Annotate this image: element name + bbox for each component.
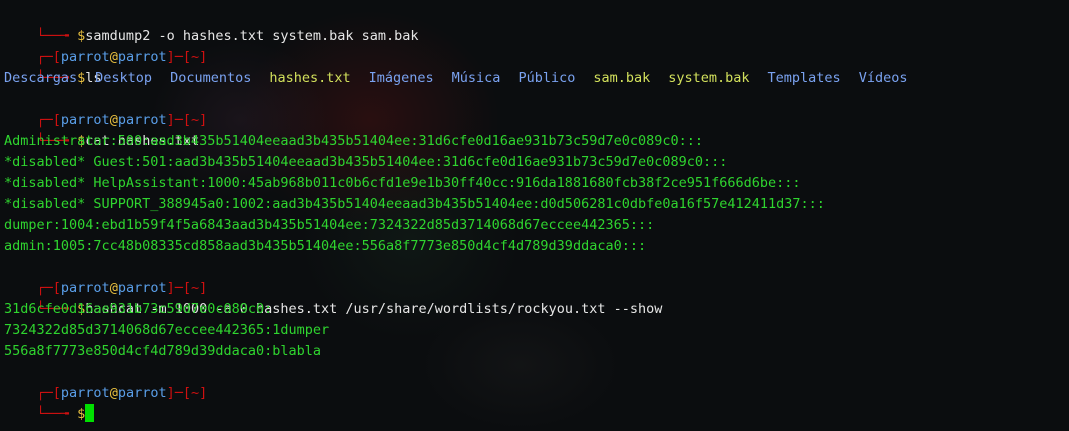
prompt-header: ┌─[parrot@parrot]─[~] xyxy=(36,280,208,296)
ls-directory-entry: Descargas xyxy=(4,70,78,86)
ls-directory-entry: Público xyxy=(518,70,576,86)
active-prompt-line[interactable]: └──╼ $ xyxy=(4,383,95,422)
hash-output-line: Administrator:500:aad3b435b51404eeaad3b4… xyxy=(4,133,703,149)
hash-output-line: *disabled* Guest:501:aad3b435b51404eeaad… xyxy=(4,154,728,170)
ls-output: Descargas Desktop Documentos hashes.txt Imág… xyxy=(4,68,925,89)
prompt-host: parrot xyxy=(117,385,167,401)
prompt-at: @ xyxy=(109,49,118,65)
hashcat-output-line: 556a8f7773e850d4cf4d789d39ddaca0:blabla xyxy=(4,343,321,359)
prompt-command-line: └──╼ $hashcat -m 1000 -a 0 hashes.txt /u… xyxy=(4,278,663,317)
prompt-command-line: └──╼ $ls xyxy=(4,47,102,86)
ls-directory-entry: Templates xyxy=(767,70,841,86)
ls-directory-entry: Vídeos xyxy=(858,70,908,86)
ls-file-entry: hashes.txt xyxy=(269,70,351,86)
hash-output-line: admin:1005:7cc48b08335cd858aad3b435b5140… xyxy=(4,238,647,254)
prompt-host: parrot xyxy=(117,49,167,65)
hashcat-output-line: 7324322d85d3714068d67eccee442365:1dumper xyxy=(4,322,330,338)
text-cursor[interactable] xyxy=(85,404,95,422)
prompt-header: ┌─[parrot@parrot]─[~] xyxy=(36,112,208,128)
ls-directory-entry: Imágenes xyxy=(368,70,434,86)
prompt-dollar: $ xyxy=(77,406,86,422)
prompt-path: ~ xyxy=(191,385,200,401)
ls-directory-entry: Desktop xyxy=(95,70,153,86)
hash-output-line: *disabled* SUPPORT_388945a0:1002:aad3b43… xyxy=(4,196,825,212)
prompt-header: ┌─[parrot@parrot]─[~] xyxy=(36,385,208,401)
hashcat-output-line: 31d6cfe0d16ae931b73c59d7e0c089c0: xyxy=(4,301,273,317)
hash-output-line: dumper:1004:ebd1b59f4f5a6843aad3b435b514… xyxy=(4,217,655,233)
ls-file-entry: system.bak xyxy=(668,70,750,86)
hash-output-line: *disabled* HelpAssistant:1000:45ab968b01… xyxy=(4,175,801,191)
prompt-command-line: └──╼ $samdump2 -o hashes.txt system.bak … xyxy=(4,5,419,44)
terminal-window[interactable]: └──╼ $samdump2 -o hashes.txt system.bak … xyxy=(0,0,1069,431)
ls-file-entry: sam.bak xyxy=(593,70,651,86)
ls-directory-entry: Música xyxy=(451,70,501,86)
prompt-at: @ xyxy=(109,385,118,401)
prompt-path: ~ xyxy=(191,49,200,65)
prompt-header: ┌─[parrot@parrot]─[~] xyxy=(36,49,208,65)
ls-directory-entry: Documentos xyxy=(170,70,252,86)
prompt-command-line: └──╼ $cat hashes.txt xyxy=(4,110,200,149)
prompt-branch: └──╼ xyxy=(36,406,78,422)
